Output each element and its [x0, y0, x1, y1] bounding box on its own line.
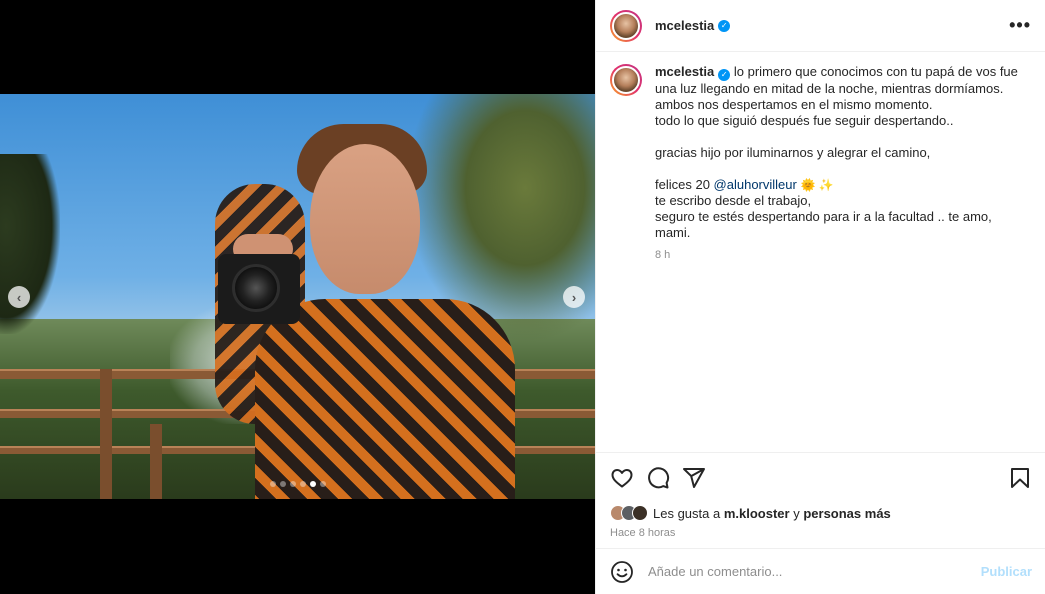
- likes-prefix: Les gusta a: [653, 505, 721, 521]
- emoji-icon[interactable]: [610, 560, 634, 584]
- verified-icon: ✓: [718, 19, 731, 32]
- caption-line: lo primero que conocimos con tu papá de …: [733, 64, 1018, 79]
- likes-text: Les gusta a m.klooster y personas más: [653, 506, 891, 521]
- carousel-next-button[interactable]: ›: [563, 286, 585, 308]
- carousel-indicator: [0, 481, 595, 487]
- likes-and: y: [793, 505, 800, 521]
- photo-person-face: [310, 144, 420, 294]
- like-button[interactable]: [610, 466, 634, 490]
- heart-icon: [611, 469, 633, 488]
- header-username[interactable]: mcelestia: [655, 18, 714, 33]
- post-actions-area: Les gusta a m.klooster y personas más Ha…: [596, 452, 1045, 543]
- publish-button[interactable]: Publicar: [981, 564, 1032, 579]
- caption-text: mcelestia ✓ lo primero que conocimos con …: [655, 64, 1025, 452]
- caption-line: gracias hijo por iluminarnos y alegrar e…: [655, 145, 931, 160]
- caption-emojis: 🌞 ✨: [800, 178, 834, 192]
- post-caption: mcelestia ✓ lo primero que conocimos con …: [596, 52, 1045, 452]
- post-header: mcelestia ✓ •••: [596, 0, 1045, 52]
- carousel-dot: [279, 481, 286, 487]
- carousel-dot: [299, 481, 306, 487]
- post-timestamp[interactable]: Hace 8 horas: [610, 527, 1032, 543]
- caption-line: te escribo desde el trabajo,: [655, 193, 812, 208]
- carousel-dot: [319, 481, 326, 487]
- avatar[interactable]: [610, 9, 642, 42]
- caption-avatar[interactable]: [610, 64, 642, 96]
- likes-user-link[interactable]: m.klooster: [724, 506, 790, 521]
- caption-line: una luz llegando en mitad de la noche, m…: [655, 81, 1004, 96]
- liker-avatars[interactable]: [610, 505, 648, 521]
- post-media-panel: ‹ ›: [0, 0, 595, 594]
- post-details-panel: mcelestia ✓ ••• mcelestia ✓ lo primero qu…: [595, 0, 1045, 594]
- share-icon: [683, 468, 705, 488]
- carousel-dot: [269, 481, 276, 487]
- caption-line: todo lo que siguió después fue seguir de…: [655, 113, 954, 128]
- photo-camera-lens: [232, 264, 280, 312]
- photo-railing-post: [150, 424, 162, 499]
- likes-summary: Les gusta a m.klooster y personas más: [610, 499, 1032, 527]
- caption-timestamp[interactable]: 8 h: [655, 247, 1025, 263]
- comment-composer: Publicar: [596, 548, 1045, 594]
- bookmark-icon: [1011, 468, 1029, 488]
- photo-person-jacket: [255, 299, 515, 499]
- caption-line: ambos nos despertamos en el mismo moment…: [655, 97, 933, 112]
- save-button[interactable]: [1008, 466, 1032, 490]
- photo-person: [215, 124, 525, 499]
- more-icon[interactable]: •••: [1009, 15, 1031, 36]
- chevron-right-icon: ›: [571, 289, 577, 305]
- likes-others-link[interactable]: personas más: [803, 506, 890, 521]
- photo-railing-post: [100, 369, 112, 499]
- avatar-image: [612, 11, 640, 40]
- carousel-dot: [309, 481, 316, 487]
- chevron-left-icon: ‹: [16, 289, 22, 305]
- photo-camera: [218, 254, 300, 324]
- comment-input[interactable]: [648, 564, 968, 579]
- avatar-image: [612, 66, 640, 94]
- photo-tree: [0, 154, 60, 334]
- caption-username[interactable]: mcelestia: [655, 64, 714, 79]
- verified-icon: ✓: [718, 69, 731, 81]
- post-photo[interactable]: [0, 94, 595, 499]
- comment-button[interactable]: [646, 466, 670, 490]
- avatar: [632, 505, 648, 521]
- caption-line: felices 20 @aluhorvilleur 🌞 ✨: [655, 177, 1025, 193]
- carousel-prev-button[interactable]: ‹: [8, 286, 30, 308]
- mention-link[interactable]: @aluhorvilleur: [714, 177, 797, 192]
- comment-icon: [648, 467, 670, 489]
- action-bar: [610, 453, 1032, 499]
- caption-line: seguro te estés despertando para ir a la…: [655, 209, 992, 240]
- share-button[interactable]: [682, 466, 706, 490]
- carousel-dot: [289, 481, 296, 487]
- caption-felices-text: felices 20: [655, 177, 710, 192]
